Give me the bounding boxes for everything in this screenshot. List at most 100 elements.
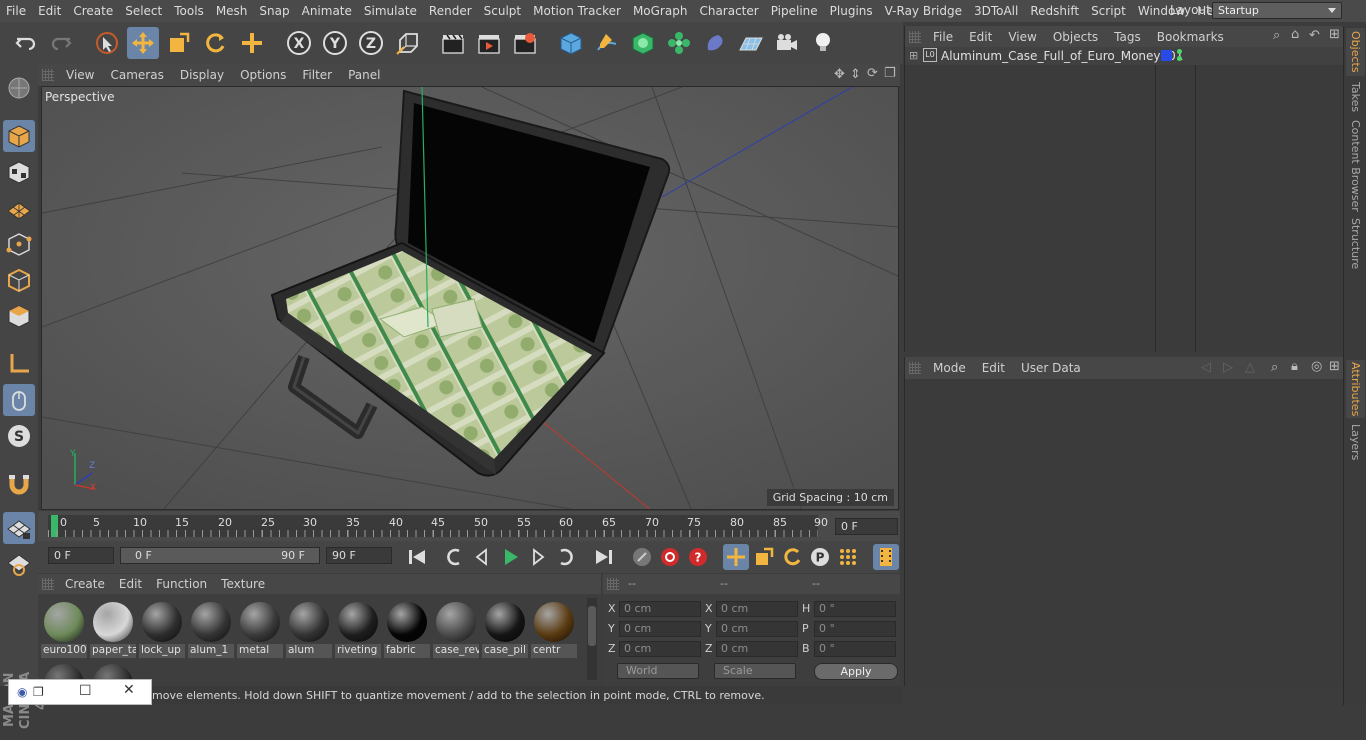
mat-menu-texture[interactable]: Texture	[214, 577, 272, 591]
timeline-ruler[interactable]: 0 5 10 15 20 25 30 35 40 45 50 55 60 65 …	[38, 511, 900, 541]
snap-toggle-button[interactable]	[3, 468, 35, 500]
pos-x-field[interactable]: 0 cm	[619, 601, 701, 617]
menu-snap[interactable]: Snap	[253, 4, 295, 18]
obj-menu-bookmarks[interactable]: Bookmarks	[1149, 30, 1232, 44]
tab-attributes[interactable]: Attributes	[1346, 360, 1365, 418]
material-swatch[interactable]: metal	[237, 598, 283, 658]
next-keyframe-button[interactable]	[553, 544, 579, 570]
polygons-mode-button[interactable]	[3, 300, 35, 332]
apply-button[interactable]: Apply	[814, 663, 898, 680]
menu-animate[interactable]: Animate	[296, 4, 358, 18]
menu-character[interactable]: Character	[693, 4, 764, 18]
key-position-button[interactable]	[723, 544, 749, 570]
lock-icon[interactable]: 🔒︎	[1291, 359, 1298, 374]
z-axis-lock-button[interactable]: Z	[355, 27, 387, 59]
material-swatch[interactable]: riveting	[335, 598, 381, 658]
search-icon[interactable]: ⌕	[1271, 360, 1278, 375]
keyframe-selection-button[interactable]: ?	[685, 544, 711, 570]
obj-menu-objects[interactable]: Objects	[1045, 30, 1106, 44]
menu-motion-tracker[interactable]: Motion Tracker	[527, 4, 627, 18]
menu-3dtoall[interactable]: 3DToAll	[968, 4, 1024, 18]
attr-menu-user-data[interactable]: User Data	[1013, 361, 1089, 375]
panel-grip-icon[interactable]	[909, 30, 921, 43]
menu-mesh[interactable]: Mesh	[210, 4, 254, 18]
edges-mode-button[interactable]	[3, 264, 35, 296]
cloner-button[interactable]	[663, 27, 695, 59]
deformer-button[interactable]	[699, 27, 731, 59]
vp-menu-options[interactable]: Options	[232, 68, 294, 82]
vp-menu-panel[interactable]: Panel	[340, 68, 388, 82]
texture-mode-button[interactable]	[3, 156, 35, 188]
material-swatch[interactable]: paper_ta	[90, 598, 136, 658]
go-to-end-button[interactable]	[591, 544, 617, 570]
autokeying-button[interactable]	[657, 544, 683, 570]
undo-button[interactable]	[10, 27, 42, 59]
viewport-zoom-icon[interactable]: ⇕	[850, 67, 861, 82]
viewport-maximize-icon[interactable]: ❐	[884, 66, 896, 81]
cube-object-button[interactable]	[555, 27, 587, 59]
make-editable-button[interactable]	[3, 72, 35, 104]
viewport-move-icon[interactable]: ✥	[834, 67, 845, 82]
material-swatch[interactable]: alum	[286, 598, 332, 658]
render-settings-button[interactable]	[509, 27, 541, 59]
rot-p-field[interactable]: 0 °	[814, 621, 896, 637]
axis-mode-button[interactable]	[3, 348, 35, 380]
previous-keyframe-button[interactable]	[441, 544, 467, 570]
size-x-field[interactable]: 0 cm	[716, 601, 798, 617]
material-swatch[interactable]: case_rev	[433, 598, 479, 658]
forward-arrow-icon[interactable]: ▷	[1223, 360, 1233, 375]
render-visibility-dot[interactable]	[1177, 56, 1182, 61]
object-name[interactable]: Aluminum_Case_Full_of_Euro_Money001	[941, 49, 1183, 63]
scale-tool-button[interactable]	[163, 27, 195, 59]
mat-menu-edit[interactable]: Edit	[112, 577, 149, 591]
previous-frame-button[interactable]	[469, 544, 495, 570]
redo-button[interactable]	[45, 27, 77, 59]
camera-object-button[interactable]	[771, 27, 803, 59]
pos-z-field[interactable]: 0 cm	[619, 641, 701, 657]
target-icon[interactable]: ◎	[1311, 359, 1322, 374]
panel-grip-icon[interactable]	[909, 362, 921, 374]
expand-icon[interactable]: ⊞	[909, 49, 918, 62]
perspective-viewport[interactable]: Y Z X Perspective Grid Spacing : 10 cm	[41, 86, 899, 510]
panel-grip-icon[interactable]	[42, 578, 54, 590]
material-scrollbar[interactable]	[587, 598, 597, 680]
key-parameter-button[interactable]: P	[807, 544, 833, 570]
rotate-tool-button[interactable]	[199, 27, 231, 59]
rot-b-field[interactable]: 0 °	[814, 641, 896, 657]
menu-edit[interactable]: Edit	[32, 4, 67, 18]
pen-spline-button[interactable]	[591, 27, 623, 59]
vp-menu-view[interactable]: View	[58, 68, 102, 82]
mat-menu-function[interactable]: Function	[149, 577, 214, 591]
menu-vray-bridge[interactable]: V-Ray Bridge	[879, 4, 968, 18]
coordinate-system-button[interactable]	[392, 27, 424, 59]
material-swatch[interactable]: lock_up	[139, 598, 185, 658]
mat-menu-create[interactable]: Create	[58, 577, 112, 591]
start-frame-field[interactable]: 0 F	[48, 547, 114, 564]
size-z-field[interactable]: 0 cm	[716, 641, 798, 657]
back-arrow-icon[interactable]: ◁	[1201, 360, 1211, 375]
next-frame-button[interactable]	[525, 544, 551, 570]
end-frame-field[interactable]: 90 F	[326, 547, 392, 564]
material-swatch[interactable]: euro100	[41, 598, 87, 658]
menu-render[interactable]: Render	[423, 4, 478, 18]
obj-menu-tags[interactable]: Tags	[1106, 30, 1149, 44]
attr-menu-edit[interactable]: Edit	[974, 361, 1013, 375]
menu-sculpt[interactable]: Sculpt	[478, 4, 527, 18]
vp-menu-display[interactable]: Display	[172, 68, 232, 82]
render-picture-viewer-button[interactable]	[473, 27, 505, 59]
menu-plugins[interactable]: Plugins	[824, 4, 879, 18]
menu-create[interactable]: Create	[67, 4, 119, 18]
current-frame-field[interactable]: 0 F	[835, 518, 898, 535]
panel-grip-icon[interactable]	[607, 578, 619, 590]
vp-menu-filter[interactable]: Filter	[294, 68, 340, 82]
material-swatch[interactable]: alum_1	[188, 598, 234, 658]
tab-layers[interactable]: Layers	[1346, 422, 1365, 462]
maximize-icon[interactable]: ☐	[79, 683, 92, 699]
up-arrow-icon[interactable]: △	[1245, 360, 1255, 375]
solo-mode-button[interactable]: S	[3, 420, 35, 452]
light-object-button[interactable]	[807, 27, 839, 59]
tab-structure[interactable]: Structure	[1346, 216, 1365, 272]
obj-menu-file[interactable]: File	[925, 30, 961, 44]
record-active-objects-button[interactable]	[629, 544, 655, 570]
material-swatch[interactable]: case_pil	[482, 598, 528, 658]
